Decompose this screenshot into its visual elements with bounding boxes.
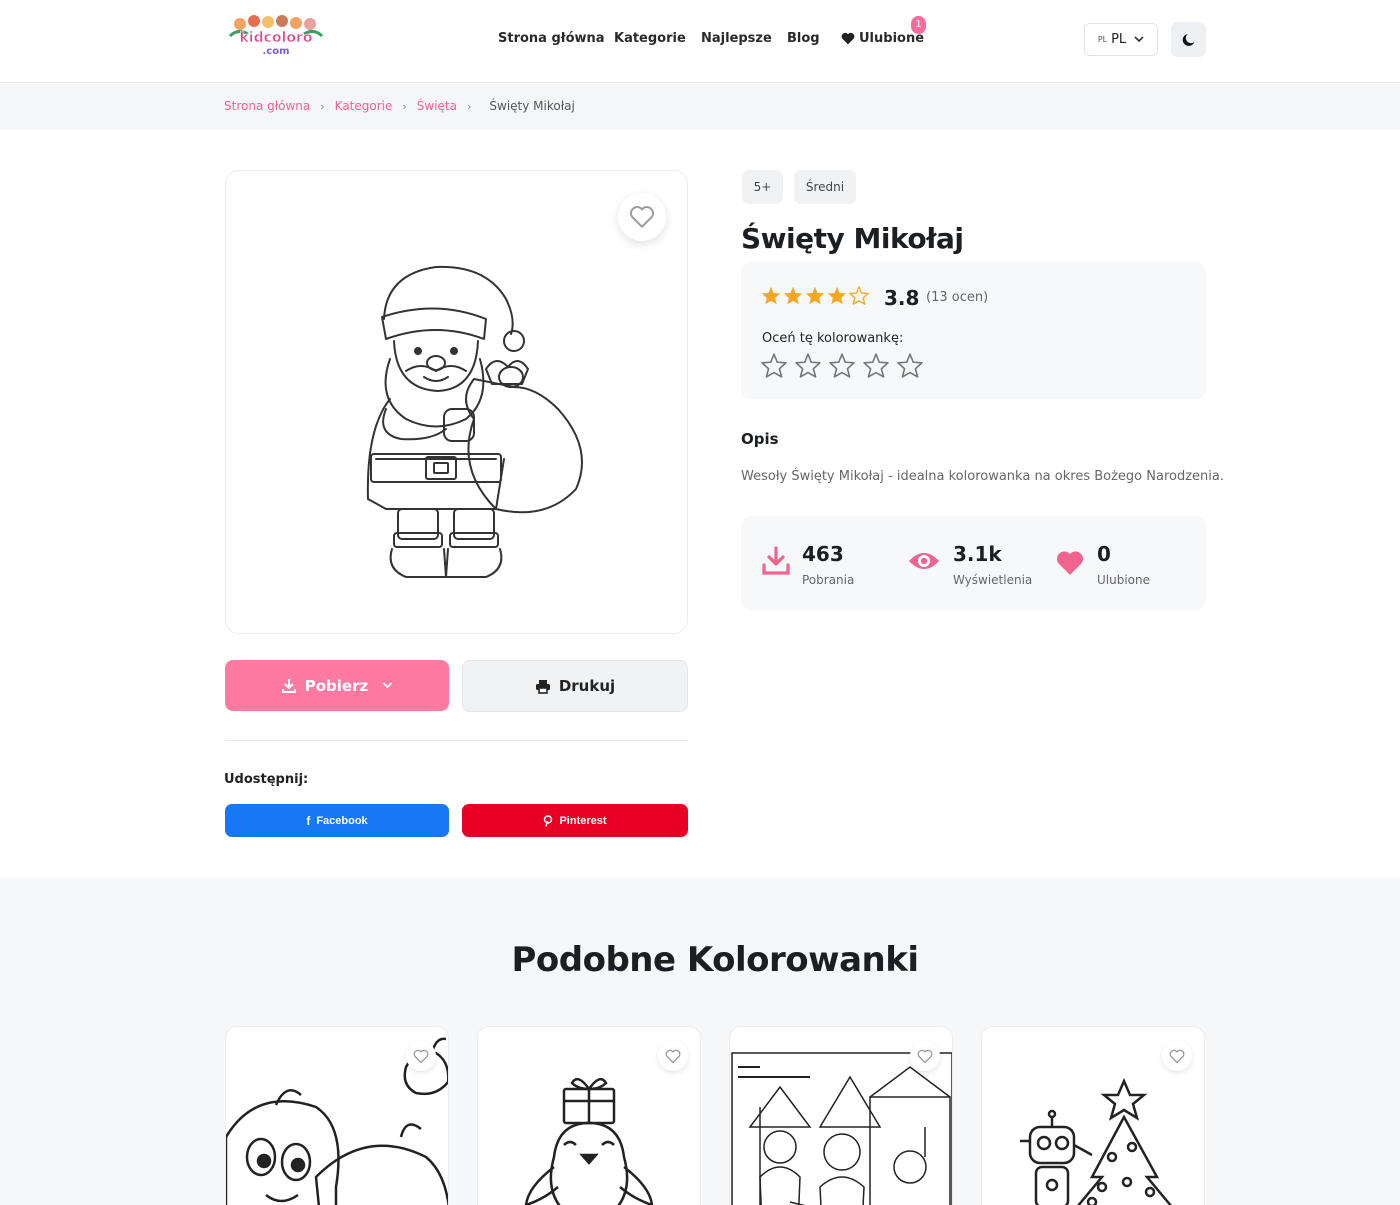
download-icon [761,546,791,580]
rate-prompt: Oceń tę kolorowankę: [762,331,904,346]
chevron-down-icon [1134,36,1144,43]
facebook-label: Facebook [316,814,368,827]
share-label: Udostępnij: [224,772,309,787]
star-filled-icon [761,286,781,309]
downloads-count: 463 [802,542,844,566]
theme-toggle-button[interactable] [1171,22,1206,57]
similar-card-robot-christmas-tree[interactable] [981,1026,1205,1205]
site-header: kidcoloro .com Strona główna Kategorie N… [0,0,1400,83]
language-label: PL [1111,32,1127,47]
chevron-down-icon [382,682,393,689]
language-select[interactable]: PL PL [1084,23,1158,56]
favorites-count: 0 [1097,542,1111,566]
views-count: 3.1k [953,542,1002,566]
similar-card-gingerbread-scene[interactable] [729,1026,953,1205]
favorite-toggle-button[interactable] [910,1041,940,1071]
star-filled-icon [783,286,803,309]
rating-count: (13 ocen) [926,290,989,305]
santa-coloring-image[interactable] [346,259,596,599]
download-icon [281,678,297,694]
downloads-label: Pobrania [802,573,855,587]
breadcrumb: Strona główna › Kategorie › Święta › Świ… [224,99,575,113]
rate-star-5[interactable] [897,353,923,382]
site-logo[interactable]: kidcoloro .com [228,14,324,58]
coloring-image-card [225,170,688,634]
add-to-favorites-button[interactable] [618,193,666,241]
print-button[interactable]: Drukuj [462,660,688,712]
heart-outline-icon [629,205,655,229]
stats-panel: 463 Pobrania 3.1k Wyświetlenia 0 Ulubion… [741,516,1206,610]
nav-blog[interactable]: Blog [787,31,820,46]
breadcrumb-holidays[interactable]: Święta [417,99,457,113]
nav-favorites[interactable]: Ulubione [841,31,924,46]
page-title: Święty Mikołaj [741,222,964,255]
pinterest-icon [543,814,553,827]
breadcrumb-separator: › [402,99,407,113]
rate-star-1[interactable] [761,353,787,382]
breadcrumb-categories[interactable]: Kategorie [335,99,393,113]
heart-icon [841,32,855,45]
rate-star-3[interactable] [829,353,855,382]
favorites-count-badge: 1 [911,16,926,34]
similar-section-title: Podobne Kolorowanki [511,940,919,980]
favorite-toggle-button[interactable] [658,1041,688,1071]
facebook-icon: f [306,813,311,828]
breadcrumb-bar: Strona główna › Kategorie › Święta › Świ… [0,84,1400,130]
svg-text:kidcoloro: kidcoloro [240,30,313,46]
rate-star-4[interactable] [863,353,889,382]
age-tag: 5+ [742,170,783,204]
moon-icon [1181,32,1197,48]
nav-categories[interactable]: Kategorie [614,31,686,46]
favorite-toggle-button[interactable] [406,1041,436,1071]
similar-card-penguin[interactable] [477,1026,701,1205]
difficulty-tag: Średni [794,170,856,204]
description-text: Wesoły Święty Mikołaj - idealna kolorowa… [741,469,1224,484]
rating-panel: 3.8 (13 ocen) Oceń tę kolorowankę: [741,262,1206,399]
section-divider [225,740,688,741]
average-rating-stars [761,286,869,309]
language-flag: PL [1097,35,1108,44]
nav-home[interactable]: Strona główna [498,31,605,46]
breadcrumb-current: Święty Mikołaj [489,99,575,113]
print-label: Drukuj [558,677,616,695]
breadcrumb-separator: › [467,99,472,113]
heart-icon [1055,550,1085,580]
favorite-toggle-button[interactable] [1162,1041,1192,1071]
description-heading: Opis [741,430,779,448]
star-filled-icon [805,286,825,309]
rate-star-2[interactable] [795,353,821,382]
pinterest-label: Pinterest [559,814,607,827]
similar-card-pumpkins[interactable] [225,1026,449,1205]
breadcrumb-separator: › [320,99,325,113]
breadcrumb-home[interactable]: Strona główna [224,99,310,113]
svg-text:.com: .com [262,46,289,57]
printer-icon [535,679,551,694]
rate-stars-input [761,353,923,382]
favorites-label: Ulubione [1097,573,1151,587]
download-button[interactable]: Pobierz [225,660,449,711]
eye-icon [907,548,941,578]
share-facebook-button[interactable]: f Facebook [225,804,449,837]
star-outline-icon [849,286,869,309]
rating-score: 3.8 [884,286,920,310]
star-filled-icon [827,286,847,309]
views-label: Wyświetlenia [953,573,1033,587]
download-label: Pobierz [304,676,369,695]
nav-best[interactable]: Najlepsze [701,31,772,46]
share-pinterest-button[interactable]: Pinterest [462,804,688,837]
